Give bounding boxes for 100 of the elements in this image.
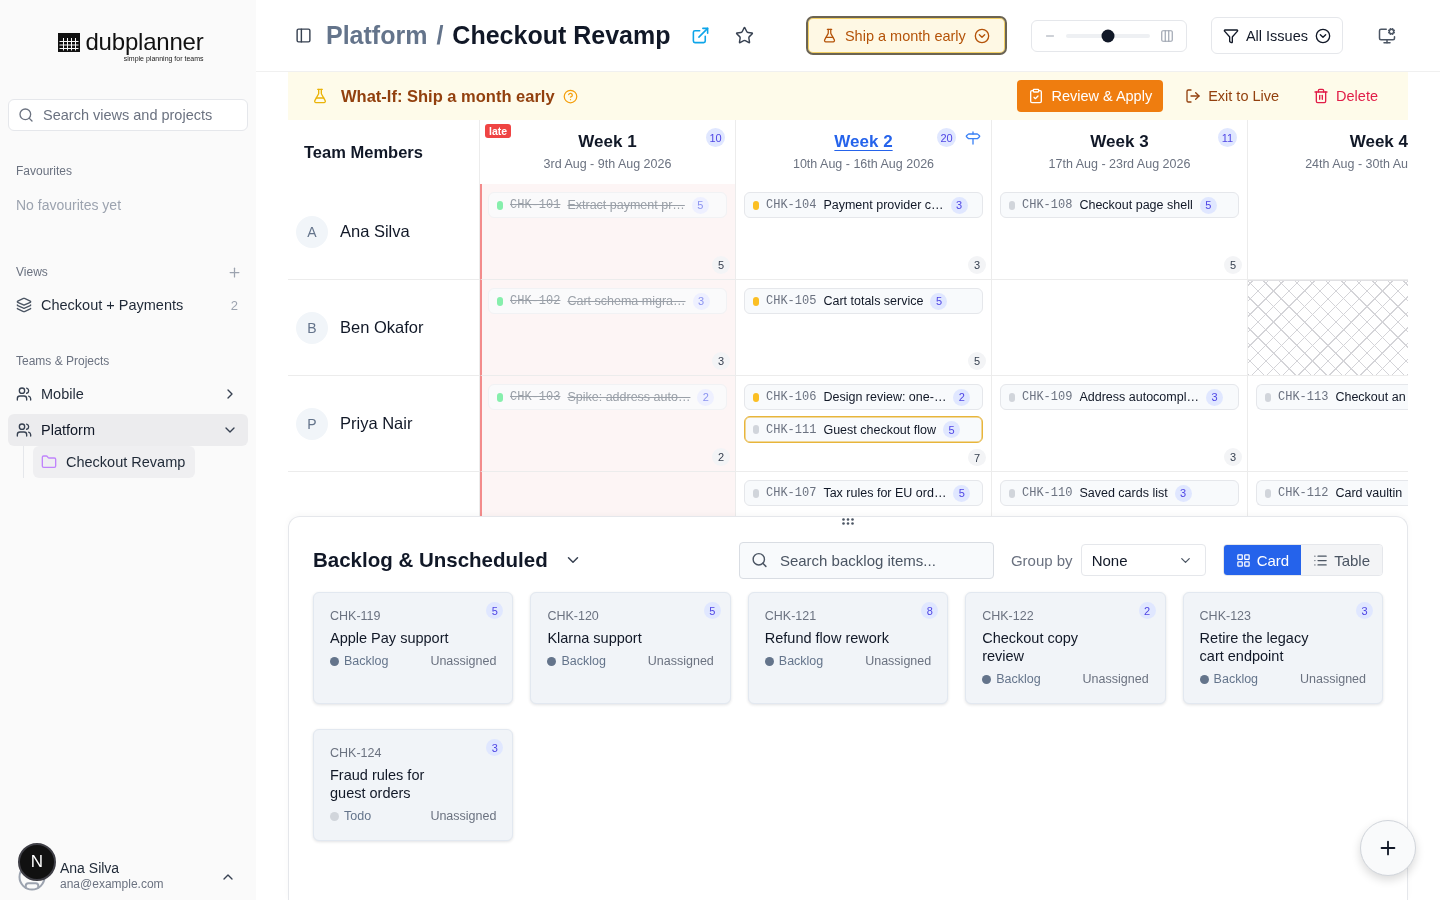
backlog-card[interactable]: CHK-123 Retire the legacy cart endpoint Backlog Unassigned 3 [1182,592,1383,704]
filter-button[interactable]: All Issues [1210,17,1343,54]
team-item[interactable]: Platform [8,414,248,446]
points-badge: 10 [706,128,725,147]
view-tab[interactable]: Card [1223,545,1302,575]
status-label: Todo [344,808,372,824]
slider-thumb[interactable] [1101,29,1115,42]
group-by-select[interactable]: None [1080,544,1206,576]
chevron-circle-icon [1315,27,1331,44]
task-card[interactable]: CHK-107 Tax rules for EU ord… 5 [744,480,983,506]
task-card[interactable]: CHK-105 Cart totals service 5 [744,288,983,314]
task-id: CHK-113 [1278,390,1329,404]
points-badge: 2 [697,388,715,406]
search-icon [18,107,34,123]
task-title: Card vaultin [1335,486,1403,500]
task-card[interactable]: CHK-112 Card vaultin [1256,480,1408,506]
view-item[interactable]: Checkout + Payments 2 [8,289,248,321]
week-title: Week 3 [1090,131,1149,153]
points-badge: 5 [691,196,709,214]
backlog-card[interactable]: CHK-121 Refund flow rework Backlog Unassigned 8 [747,592,949,704]
exit-button[interactable]: Exit to Live [1181,80,1284,112]
status-label: Backlog [1213,671,1259,687]
week-dates: 24th Aug - 30th Au [1305,156,1408,172]
week-title: Week 1 [578,131,637,153]
team-item[interactable]: Mobile [8,378,248,410]
page-title: Checkout Revamp [452,21,671,50]
task-card[interactable]: CHK-110 Saved cards list 3 [1000,480,1239,506]
task-title: Cart schema migra… [567,294,686,308]
task-card[interactable]: CHK-106 Design review: one-… 2 [744,384,983,410]
dev-tools-badge[interactable]: N [18,843,56,881]
points-badge: 5 [930,292,948,310]
search-field[interactable]: Search backlog items... [738,541,994,579]
empty-state-text: No favourites yet [15,196,123,214]
delete-button[interactable]: Delete [1309,80,1382,112]
folder-icon [41,454,57,470]
backlog-card[interactable]: CHK-120 Klarna support Backlog Unassigned 5 [530,592,731,704]
task-title: Saved cards list [1079,486,1168,500]
avatar: B [296,311,328,344]
task-card[interactable]: CHK-109 Address autocompl… 3 [1000,384,1239,410]
clipboard-check-icon [1028,88,1045,104]
points-badge: 20 [937,128,956,147]
task-card[interactable]: CHK-108 Checkout page shell 5 [1000,192,1239,218]
task-card[interactable]: CHK-113 Checkout an [1256,384,1408,410]
task-id: CHK-101 [510,198,561,212]
task-title: Checkout page shell [1079,198,1193,212]
scenario-dropdown[interactable]: Ship a month early [805,16,1007,55]
task-id: CHK-123 [1199,608,1251,624]
user-email: ana@example.com [60,877,164,892]
cell-total: 5 [1224,256,1242,274]
flask-icon [312,88,328,104]
section-label: Teams & Projects [15,353,111,369]
search-field[interactable]: Search views and projects [8,99,248,131]
project-item[interactable]: Checkout Revamp [33,446,196,478]
external-link-icon[interactable] [691,26,710,45]
flask-icon [821,28,837,43]
points-badge: 2 [1138,602,1156,619]
avatar: P [296,407,328,440]
task-id: CHK-106 [766,390,817,404]
item-count: 2 [230,297,238,313]
task-title: Cart totals service [823,294,924,308]
drag-handle-icon[interactable] [842,518,854,525]
backlog-card[interactable]: CHK-119 Apple Pay support Backlog Unassigned 5 [313,592,514,704]
task-title: Apple Pay support [330,629,449,647]
view-tab[interactable]: Table [1301,545,1382,575]
task-card[interactable]: CHK-111 Guest checkout flow 5 [744,416,983,443]
cell-total: 3 [1224,448,1242,466]
task-title: Refund flow rework [764,629,889,647]
points-badge: 3 [950,196,968,214]
points-badge: 5 [943,421,960,438]
user-name: Ana Silva [60,859,121,877]
layers-icon [16,297,32,313]
task-card[interactable]: CHK-104 Payment provider c… 3 [744,192,983,218]
chevron-circle-icon [973,27,990,44]
section-label: Views [16,264,48,280]
task-id: CHK-119 [330,608,381,624]
task-id: CHK-120 [547,608,599,624]
breadcrumb-link[interactable]: Platform [326,21,428,50]
monitor-settings-icon[interactable] [1378,26,1396,45]
week-title[interactable]: Week 2 [834,131,893,153]
points-badge: 5 [486,602,504,619]
cell-total: 7 [968,449,986,466]
trash-icon [1313,88,1330,104]
backlog-card[interactable]: CHK-124 Fraud rules for guest orders Todo Unassigned 3 [313,729,514,841]
status-label: Backlog [778,653,824,669]
users-icon [16,422,32,438]
task-id: CHK-105 [766,294,817,308]
group-by-label: Group by [1010,551,1073,569]
week-dates: 3rd Aug - 9th Aug 2026 [543,156,672,172]
sidebar-toggle-icon[interactable] [294,27,312,44]
task-title: Retire the legacy cart endpoint [1199,629,1310,665]
task-title: Guest checkout flow [823,422,936,437]
task-title: Design review: one-… [823,390,947,404]
signpost-icon[interactable] [965,129,981,146]
filter-icon [1222,27,1239,44]
late-badge: late [485,124,512,138]
points-badge: 8 [921,602,939,619]
star-icon[interactable] [735,26,754,45]
backlog-card[interactable]: CHK-122 Checkout copy review Backlog Unassigned 2 [965,592,1166,704]
points-badge: 3 [1174,484,1192,502]
cell-total: 5 [712,256,730,274]
